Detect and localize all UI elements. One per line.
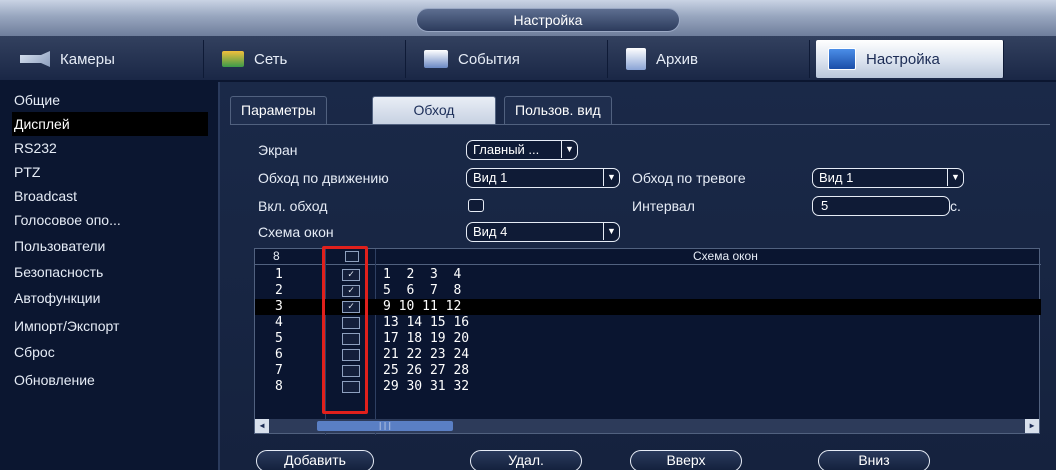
row-number: 3 <box>275 299 283 314</box>
screen-select[interactable]: Главный ... ▼ <box>466 140 578 160</box>
table-row[interactable]: 5 17 18 19 20 <box>255 331 1041 347</box>
row-number: 5 <box>275 331 283 346</box>
row-number: 2 <box>275 283 283 298</box>
sidebar-item-general[interactable]: Общие <box>12 88 208 112</box>
chevron-down-icon: ▼ <box>603 169 619 186</box>
table-row[interactable]: 8 29 30 31 32 <box>255 379 1041 395</box>
table-row[interactable]: 4 13 14 15 16 <box>255 315 1041 331</box>
alarm-tour-label: Обход по тревоге <box>632 170 746 186</box>
chevron-down-icon: ▼ <box>603 223 619 240</box>
sidebar-item-display[interactable]: Дисплей <box>12 112 208 136</box>
tab-label: Камеры <box>60 50 115 68</box>
move-down-button[interactable]: Вниз <box>818 450 930 470</box>
chevron-down-icon: ▼ <box>561 141 577 158</box>
tab-cameras[interactable]: Камеры <box>8 40 204 78</box>
sidebar-item-users[interactable]: Пользователи <box>12 234 208 258</box>
screen-label: Экран <box>258 142 298 158</box>
row-channels: 17 18 19 20 <box>383 331 470 346</box>
row-channels: 9 10 11 12 <box>383 299 462 314</box>
enable-tour-label: Вкл. обход <box>258 198 328 214</box>
row-channels: 13 14 15 16 <box>383 315 470 330</box>
row-number: 6 <box>275 347 283 362</box>
events-icon <box>424 50 448 68</box>
tab-label: События <box>458 50 520 68</box>
tab-events[interactable]: События <box>412 40 608 78</box>
sidebar-item-rs232[interactable]: RS232 <box>12 136 208 160</box>
row-number: 1 <box>275 267 283 282</box>
sidebar: Общие Дисплей RS232 PTZ Broadcast Голосо… <box>0 82 210 470</box>
table-row[interactable]: 1 ✓ 1 2 3 4 <box>255 267 1041 283</box>
tab-label: Сеть <box>254 50 288 68</box>
move-up-button[interactable]: Вверх <box>630 450 742 470</box>
sidebar-item-broadcast[interactable]: Broadcast <box>12 184 208 208</box>
scroll-right-icon[interactable]: ▶ <box>1025 419 1039 433</box>
motion-tour-select-value: Вид 1 <box>473 170 508 185</box>
chevron-down-icon: ▼ <box>947 169 963 186</box>
table-row[interactable]: 6 21 22 23 24 <box>255 347 1041 363</box>
sidebar-item-auto-functions[interactable]: Автофункции <box>12 286 208 310</box>
main-tab-bar: Камеры Сеть События Архив Настройка <box>0 36 1056 82</box>
tab-label: Настройка <box>866 50 940 68</box>
table-row[interactable]: 7 25 26 27 28 <box>255 363 1041 379</box>
tab-network[interactable]: Сеть <box>210 40 406 78</box>
tab-archive[interactable]: Архив <box>614 40 810 78</box>
enable-tour-checkbox[interactable] <box>468 199 484 212</box>
scroll-left-icon[interactable]: ◀ <box>255 419 269 433</box>
scrollbar-thumb[interactable]: ||| <box>317 421 453 431</box>
sidebar-item-voice[interactable]: Голосовое опо... <box>12 208 208 232</box>
screen-select-value: Главный ... <box>473 142 540 157</box>
row-channels: 1 2 3 4 <box>383 267 462 282</box>
alarm-tour-select[interactable]: Вид 1 ▼ <box>812 168 964 188</box>
layout-label: Схема окон <box>258 224 334 240</box>
tab-divider <box>230 124 1050 125</box>
row-number: 7 <box>275 363 283 378</box>
camera-icon <box>20 51 50 67</box>
tab-parameters[interactable]: Параметры <box>230 96 327 124</box>
row-channels: 21 22 23 24 <box>383 347 470 362</box>
highlight-annotation-box <box>322 246 368 414</box>
sidebar-item-ptz[interactable]: PTZ <box>12 160 208 184</box>
interval-label: Интервал <box>632 198 695 214</box>
sidebar-item-update[interactable]: Обновление <box>12 368 208 392</box>
motion-tour-label: Обход по движению <box>258 170 389 186</box>
header-layout-title: Схема окон <box>693 249 758 263</box>
tab-settings[interactable]: Настройка <box>816 40 1004 78</box>
sidebar-item-reset[interactable]: Сброс <box>12 340 208 364</box>
motion-tour-select[interactable]: Вид 1 ▼ <box>466 168 620 188</box>
interval-unit: с. <box>950 198 961 214</box>
settings-icon <box>828 48 856 70</box>
header-count: 8 <box>273 249 280 263</box>
tab-custom-view[interactable]: Пользов. вид <box>504 96 612 124</box>
tab-tour[interactable]: Обход <box>372 96 496 124</box>
row-number: 8 <box>275 379 283 394</box>
layout-select-value: Вид 4 <box>473 224 508 239</box>
archive-icon <box>626 48 646 70</box>
tour-layout-table: 8 Схема окон 1 ✓ 1 2 3 4 2 ✓ 5 6 7 8 3 ✓… <box>254 248 1041 435</box>
table-row[interactable]: 3 ✓ 9 10 11 12 <box>255 299 1041 315</box>
row-channels: 25 26 27 28 <box>383 363 470 378</box>
interval-input[interactable]: 5 <box>812 196 950 216</box>
delete-button[interactable]: Удал. <box>470 450 582 470</box>
title-bar: Настройка <box>0 0 1056 36</box>
horizontal-scrollbar[interactable]: ◀ ||| ▶ <box>255 419 1039 433</box>
table-row[interactable]: 2 ✓ 5 6 7 8 <box>255 283 1041 299</box>
row-channels: 5 6 7 8 <box>383 283 462 298</box>
tab-label: Архив <box>656 50 699 68</box>
sidebar-item-security[interactable]: Безопасность <box>12 260 208 284</box>
table-header: 8 Схема окон <box>255 249 1041 265</box>
row-channels: 29 30 31 32 <box>383 379 470 394</box>
alarm-tour-select-value: Вид 1 <box>819 170 854 185</box>
layout-select[interactable]: Вид 4 ▼ <box>466 222 620 242</box>
window-title: Настройка <box>416 8 680 32</box>
network-icon <box>222 51 244 67</box>
add-button[interactable]: Добавить <box>256 450 374 470</box>
row-number: 4 <box>275 315 283 330</box>
sidebar-item-import-export[interactable]: Импорт/Экспорт <box>12 314 208 338</box>
